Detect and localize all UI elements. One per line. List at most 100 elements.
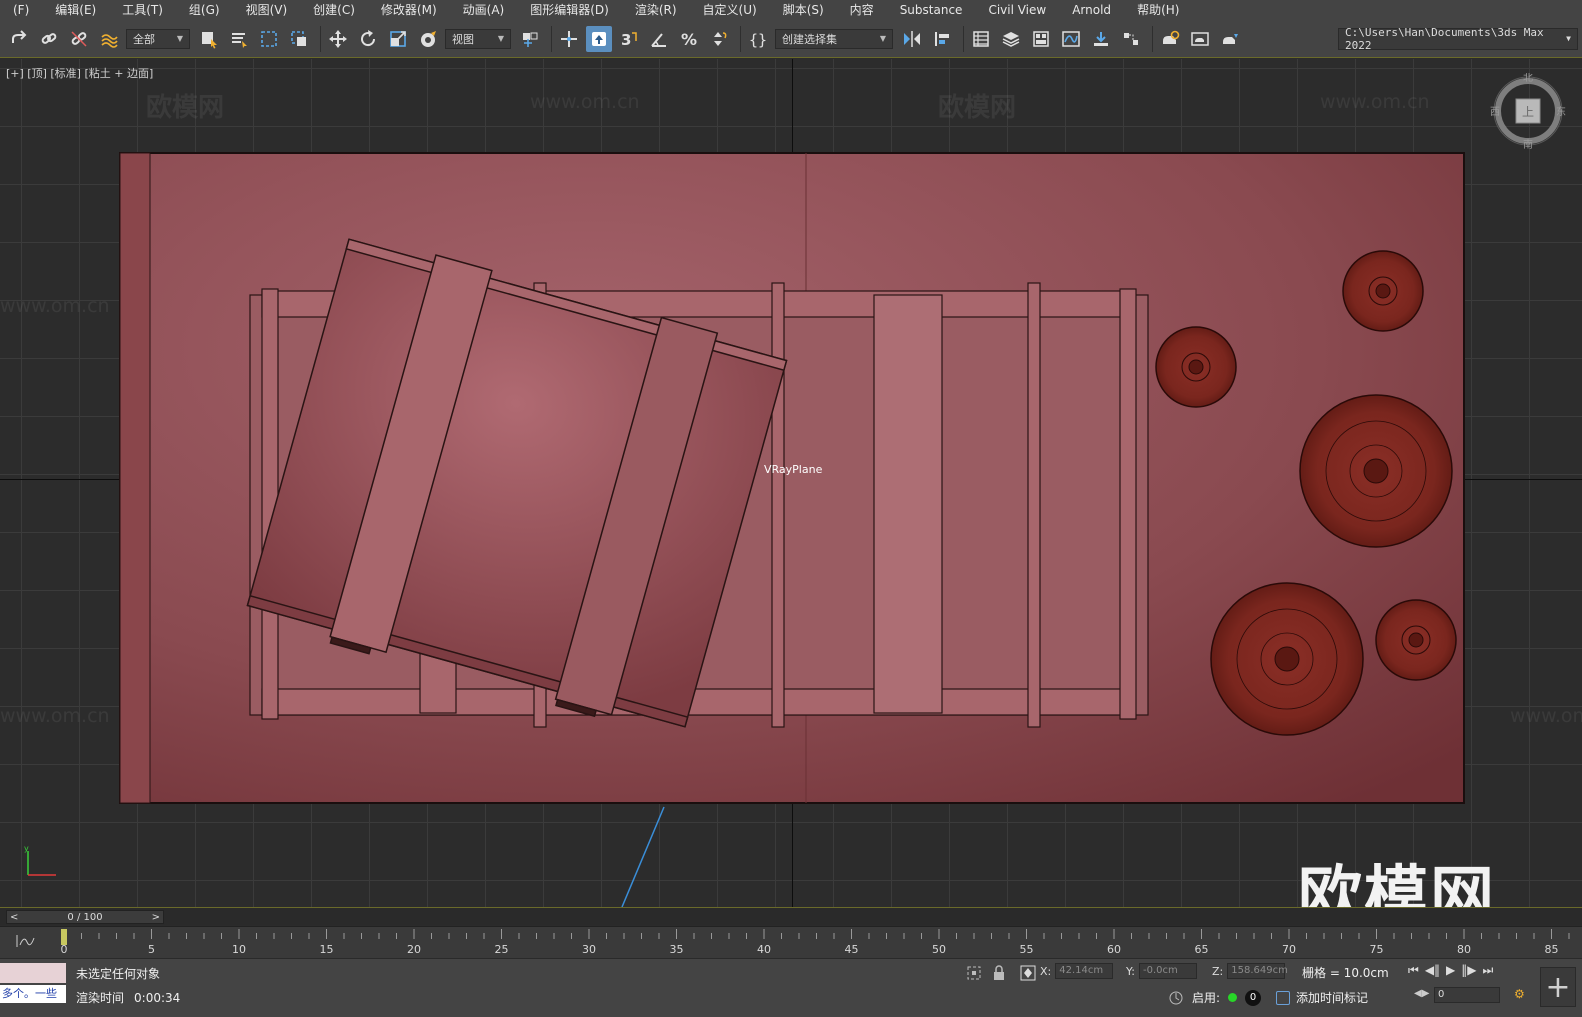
menu-item-1[interactable]: 编辑(E) <box>42 0 109 20</box>
selection-lock-icon[interactable] <box>992 965 1006 981</box>
mirror-icon[interactable] <box>899 26 925 52</box>
current-frame-field[interactable]: 0 <box>1434 987 1500 1003</box>
maxscript-listener-output[interactable]: 多个。一些 <box>0 985 66 1003</box>
enable-toggle[interactable]: 启用: 0 <box>1192 989 1262 1006</box>
maxscript-listener-input[interactable] <box>0 963 66 983</box>
project-path-field[interactable]: C:\Users\Han\Documents\3ds Max 2022 ▼ <box>1338 26 1578 52</box>
isolate-selection-icon[interactable] <box>966 965 982 981</box>
prev-frame-icon[interactable]: < <box>10 912 18 923</box>
teacup-large-right[interactable] <box>1299 394 1453 548</box>
time-slider-thumb[interactable]: < 0 / 100 > <box>6 910 164 924</box>
viewport-top[interactable]: 欧模网 www.om.cn 欧模网 www.om.cn www.om.cn 欧模… <box>0 59 1582 907</box>
viewcube-east-label: 东 <box>1556 105 1566 118</box>
menu-item-0[interactable]: (F) <box>0 0 42 20</box>
material-editor-icon[interactable] <box>1118 26 1144 52</box>
spinner-snap-icon[interactable] <box>706 26 732 52</box>
maximize-viewport-icon[interactable]: + <box>1540 967 1576 1007</box>
viewcube-face-label: 上 <box>1522 105 1534 119</box>
menu-item-8[interactable]: 图形编辑器(D) <box>517 0 622 20</box>
selection-filter-dropdown[interactable]: 全部 ▼ <box>126 28 190 49</box>
menu-item-10[interactable]: 自定义(U) <box>690 0 770 20</box>
menu-item-4[interactable]: 视图(V) <box>233 0 301 20</box>
menu-item-2[interactable]: 工具(T) <box>109 0 176 20</box>
mini-curve-editor-icon[interactable] <box>14 933 44 951</box>
menu-item-16[interactable]: 帮助(H) <box>1124 0 1192 20</box>
key-mode-icon[interactable]: ◀▶ <box>1414 988 1429 999</box>
next-frame-icon[interactable]: ‖▶ <box>1461 963 1476 978</box>
play-icon[interactable]: ▶ <box>1446 963 1455 978</box>
previous-frame-icon[interactable]: ◀‖ <box>1425 963 1440 978</box>
render-setup-icon[interactable] <box>1157 26 1183 52</box>
angle-snap-icon[interactable] <box>646 26 672 52</box>
scene-geometry[interactable] <box>0 59 1582 907</box>
menu-item-7[interactable]: 动画(A) <box>450 0 518 20</box>
menu-item-12[interactable]: 内容 <box>837 0 887 20</box>
timeline-tick-label: 85 <box>1545 943 1559 956</box>
window-crossing-icon[interactable] <box>286 26 312 52</box>
align-icon[interactable] <box>929 26 955 52</box>
move-icon[interactable] <box>325 26 351 52</box>
next-frame-icon[interactable]: > <box>152 912 160 923</box>
viewcube[interactable]: 上 北 南 东 西 <box>1490 73 1566 149</box>
render-time: 渲染时间 0:00:34 <box>76 989 180 1006</box>
rectangular-selection-icon[interactable] <box>256 26 282 52</box>
adaptive-degradation-icon[interactable] <box>1168 990 1184 1006</box>
pivot-center-icon[interactable] <box>517 26 543 52</box>
svg-text:3: 3 <box>621 31 631 49</box>
rotate-icon[interactable] <box>355 26 381 52</box>
teacup-small-top[interactable] <box>1342 250 1424 332</box>
menu-item-11[interactable]: 脚本(S) <box>770 0 837 20</box>
timeline-tick-label: 65 <box>1195 943 1209 956</box>
select-manipulate-icon[interactable] <box>556 26 582 52</box>
x-coordinate-field[interactable]: 42.14cm <box>1055 963 1114 979</box>
absolute-mode-icon[interactable] <box>1020 965 1036 981</box>
timeline-ruler[interactable]: 0 5 10 15 20 25 30 35 40 45 50 55 60 65 70 75 80 85 <box>60 927 1582 959</box>
reference-coordinate-dropdown[interactable]: 视图 ▼ <box>445 28 511 49</box>
rendered-frame-window-icon[interactable] <box>1187 26 1213 52</box>
enable-label: 启用: <box>1192 991 1221 1005</box>
time-slider[interactable]: < 0 / 100 > <box>0 907 1582 925</box>
unlink-icon[interactable] <box>66 26 92 52</box>
track-bar[interactable]: 0 5 10 15 20 25 30 35 40 45 50 55 60 65 70 75 80 85 <box>0 926 1582 958</box>
viewport-label-menu[interactable]: [+] [顶] [标准] [粘土 + 边面] <box>6 65 153 81</box>
toggle-ribbon-icon[interactable] <box>1028 26 1054 52</box>
current-frame-marker[interactable] <box>61 929 67 945</box>
redo-icon[interactable] <box>6 26 32 52</box>
go-to-start-icon[interactable]: ⏮ <box>1408 963 1419 978</box>
keyboard-shortcut-override-icon[interactable] <box>586 25 612 52</box>
menu-item-3[interactable]: 组(G) <box>176 0 233 20</box>
snaps-toggle-icon[interactable]: 3 <box>616 26 642 52</box>
percent-snap-icon[interactable]: % <box>676 26 702 52</box>
select-by-name-icon[interactable] <box>226 26 252 52</box>
scene-explorer-icon[interactable] <box>968 26 994 52</box>
teacup-small-left[interactable] <box>1155 326 1237 408</box>
time-config-icon[interactable]: ⚙ <box>1514 987 1525 1001</box>
timeline-tick-label: 45 <box>845 943 859 956</box>
timeline-tick-label: 40 <box>757 943 771 956</box>
teacup-large-bottom[interactable] <box>1210 582 1364 736</box>
scale-icon[interactable] <box>385 26 411 52</box>
schematic-view-icon[interactable] <box>1088 26 1114 52</box>
curve-editor-icon[interactable] <box>1058 26 1084 52</box>
menu-item-15[interactable]: Arnold <box>1059 0 1124 20</box>
select-object-icon[interactable] <box>196 26 222 52</box>
z-coordinate-field[interactable]: 158.649cm <box>1227 963 1288 979</box>
named-selection-dropdown[interactable]: 创建选择集 ▼ <box>775 28 893 49</box>
menu-item-5[interactable]: 创建(C) <box>300 0 368 20</box>
grid-spacing: 栅格 = 10.0cm <box>1302 966 1389 980</box>
render-production-icon[interactable] <box>1217 26 1243 52</box>
go-to-end-icon[interactable]: ⏭ <box>1483 963 1494 978</box>
bind-space-warp-icon[interactable] <box>96 26 122 52</box>
link-icon[interactable] <box>36 26 62 52</box>
add-time-tag[interactable]: 添加时间标记 <box>1276 989 1368 1006</box>
enable-status-icon <box>1228 993 1238 1002</box>
teacup-small-bottom[interactable] <box>1375 599 1457 681</box>
menu-item-9[interactable]: 渲染(R) <box>622 0 690 20</box>
edit-named-selection-icon[interactable]: {} <box>745 26 771 52</box>
y-coordinate-field[interactable]: -0.0cm <box>1138 963 1197 979</box>
placement-icon[interactable] <box>415 26 441 52</box>
menu-item-13[interactable]: Substance <box>887 0 976 20</box>
layer-explorer-icon[interactable] <box>998 26 1024 52</box>
menu-item-14[interactable]: Civil View <box>975 0 1059 20</box>
menu-item-6[interactable]: 修改器(M) <box>368 0 450 20</box>
